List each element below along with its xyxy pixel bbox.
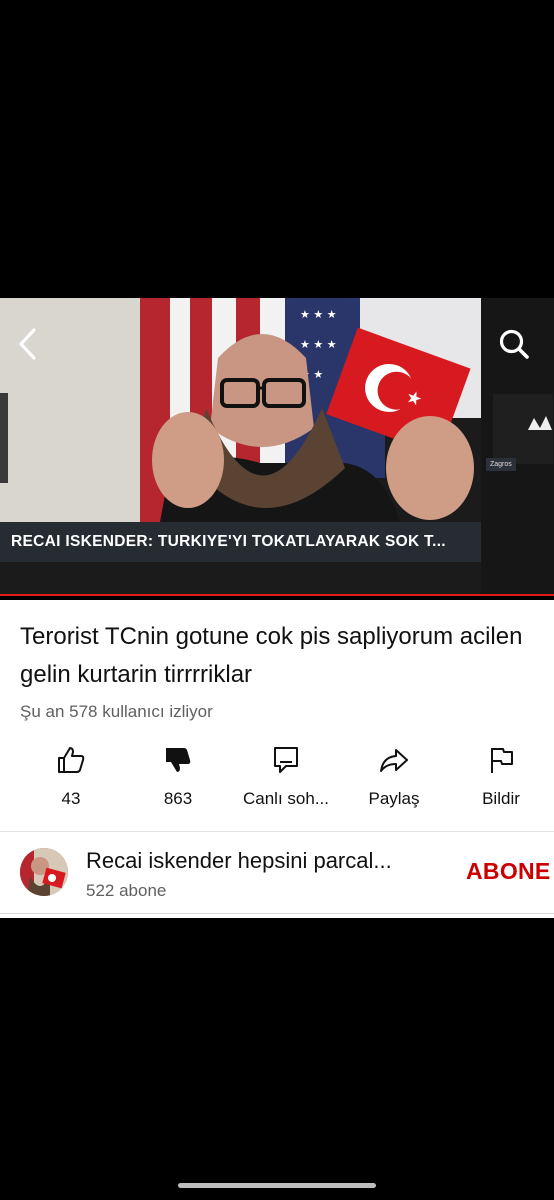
avatar-image xyxy=(20,848,68,896)
live-chat-button[interactable]: Canlı soh... xyxy=(236,740,336,812)
channel-avatar[interactable] xyxy=(20,848,68,896)
channel-row[interactable]: Recai iskender hepsini parcal... 522 abo… xyxy=(0,832,554,918)
action-bar: 43 863 Canlı soh... Paylaş Bildir xyxy=(0,740,554,812)
report-label: Bildir xyxy=(482,789,520,808)
chevron-left-icon xyxy=(19,328,36,360)
share-label: Paylaş xyxy=(368,789,420,808)
share-button[interactable]: Paylaş xyxy=(344,740,444,812)
back-button[interactable] xyxy=(8,322,48,366)
flag-icon xyxy=(491,748,513,773)
thumbs-down-icon xyxy=(166,748,191,772)
dislike-button[interactable]: 863 xyxy=(128,740,228,812)
subscriber-count: 522 abone xyxy=(86,881,167,900)
chat-icon xyxy=(274,747,298,773)
divider xyxy=(0,913,554,914)
subscribe-button[interactable]: ABONE xyxy=(466,858,551,885)
video-caption: RECAI ISKENDER: TURKIYE'YI TOKATLAYARAK … xyxy=(0,522,481,562)
svg-text:★ ★ ★: ★ ★ ★ xyxy=(300,308,337,321)
video-info-panel: Terorist TCnin gotune cok pis sapliyorum… xyxy=(0,600,554,918)
dislike-count: 863 xyxy=(163,789,193,808)
live-viewer-count: Şu an 578 kullanıcı izliyor xyxy=(20,702,213,721)
home-indicator[interactable] xyxy=(178,1183,376,1188)
thumbs-up-icon xyxy=(58,747,85,773)
progress-bar[interactable] xyxy=(0,594,554,596)
live-chat-label: Canlı soh... xyxy=(243,789,329,808)
channel-name[interactable]: Recai iskender hepsini parcal... xyxy=(86,848,456,874)
search-button[interactable] xyxy=(492,322,536,366)
report-button[interactable]: Bildir xyxy=(451,740,551,812)
like-button[interactable]: 43 xyxy=(21,740,121,812)
search-icon xyxy=(499,329,529,359)
video-player[interactable]: ★ ★ ★ ★ ★ ★ ★ ★ ★ ★ ★ xyxy=(0,298,554,596)
like-count: 43 xyxy=(61,789,81,808)
video-title: Terorist TCnin gotune cok pis sapliyorum… xyxy=(20,623,523,688)
share-icon xyxy=(380,749,408,772)
svg-text:★ ★ ★: ★ ★ ★ xyxy=(300,338,337,351)
pip-name-label: Zagros xyxy=(486,458,516,471)
